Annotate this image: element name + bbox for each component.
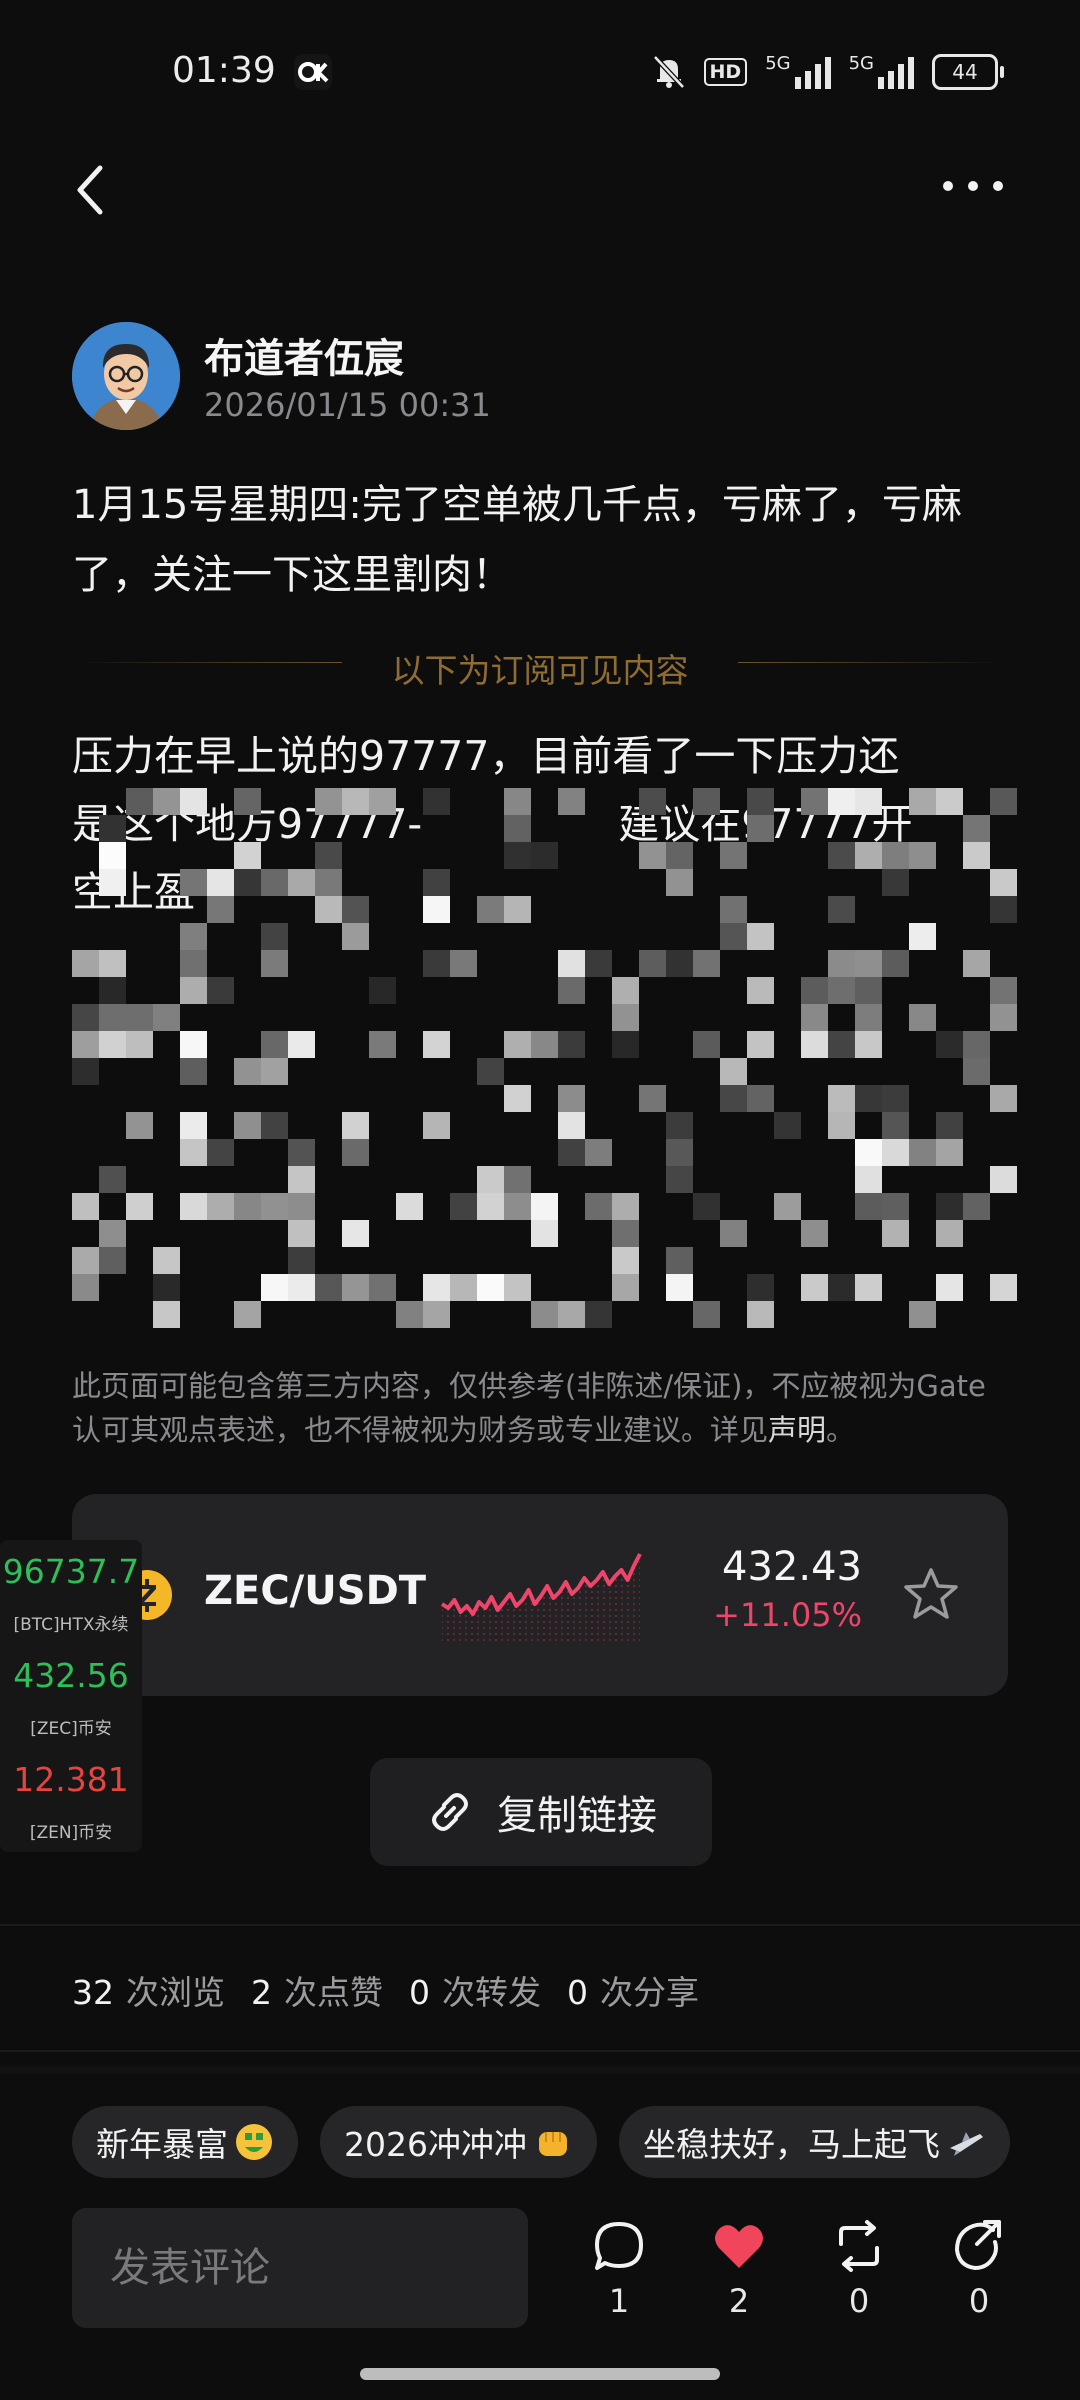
disclaimer-link[interactable]: 声明 — [768, 1413, 826, 1447]
comment-count: 1 — [608, 2282, 630, 2320]
tag-chip[interactable]: 2026冲冲冲 — [320, 2106, 597, 2178]
price-sparkline-chart — [440, 1553, 642, 1642]
tag-chip[interactable]: 新年暴富 — [72, 2106, 298, 2178]
status-time: 01:39 — [172, 50, 276, 91]
comment-button[interactable]: 1 — [574, 2218, 664, 2328]
avatar-image — [72, 322, 180, 430]
copy-link-button[interactable]: 复制链接 — [370, 1758, 712, 1866]
repost-icon — [839, 2220, 879, 2272]
like-count: 2 — [728, 2282, 750, 2320]
money-mouth-emoji-icon — [236, 2124, 272, 2160]
like-button[interactable]: 2 — [694, 2218, 784, 2328]
quick-reply-tags: 新年暴富 2026冲冲冲 坐稳扶好，马上起飞 — [72, 2106, 1010, 2178]
divider — [0, 1924, 1080, 1926]
subscribe-divider: 以下为订阅可见内容 — [72, 640, 1008, 690]
home-indicator[interactable] — [360, 2368, 720, 2380]
post-title: 1月15号星期四:完了空单被几千点，亏麻了，亏麻了，关注一下这里割肉！ — [72, 482, 962, 598]
battery-icon: 44 — [932, 54, 1004, 90]
signal-2: 5G — [849, 55, 914, 89]
ticker-card[interactable]: ZEC/USDT 432.43 +11.05% — [72, 1494, 1008, 1696]
signal-bars-icon — [794, 55, 831, 89]
share-count: 0 — [968, 2282, 990, 2320]
status-icons: HD 5G 5G 44 — [652, 50, 1004, 94]
widget-label: [ZEN]币安 — [29, 1823, 113, 1843]
pixelated-blurred-content — [72, 788, 1017, 1328]
tag-chip[interactable]: 坐稳扶好，马上起飞 — [618, 2106, 1010, 2178]
airplane-emoji-icon — [949, 2132, 983, 2156]
stat-views: 32 次浏览 — [72, 1973, 225, 2012]
repost-button[interactable]: 0 — [814, 2218, 904, 2328]
pair-label: ZEC/USDT — [204, 1568, 427, 1614]
widget-label: [BTC]HTX永续 — [13, 1615, 129, 1635]
section-gap — [0, 2066, 1080, 2074]
post-stats: 32 次浏览 2 次点赞 0 次转发 0 次分享 — [72, 1966, 699, 2014]
signal-1: 5G — [765, 55, 831, 89]
signal-bars-icon — [878, 55, 914, 89]
share-button[interactable]: 0 — [934, 2218, 1024, 2328]
back-arrow-icon[interactable] — [70, 160, 110, 220]
body-line: 压力在早上说的97777，目前看了一下压力还 — [72, 732, 900, 780]
copy-link-label: 复制链接 — [497, 1793, 657, 1839]
widget-value: 96737.7 — [2, 1552, 140, 1591]
stat-reposts: 0 次转发 — [409, 1973, 541, 2012]
heart-filled-icon — [715, 2225, 763, 2268]
ticker-change: +11.05% — [713, 1596, 862, 1634]
subscribe-label: 以下为订阅可见内容 — [391, 651, 689, 690]
stat-shares: 0 次分享 — [567, 1973, 699, 2012]
mute-bell-icon — [652, 55, 685, 89]
widget-label: [ZEC]币安 — [30, 1719, 112, 1739]
divider — [0, 2050, 1080, 2052]
author-avatar[interactable] — [72, 322, 180, 430]
floating-price-widget[interactable]: 96737.7 [BTC]HTX永续 432.56 [ZEC]币安 12.381… — [0, 1540, 142, 1852]
widget-value: 432.56 — [13, 1656, 129, 1695]
post-timestamp: 2026/01/15 00:31 — [204, 386, 491, 424]
star-favorite-icon[interactable] — [902, 1566, 960, 1622]
share-arrow-icon — [954, 2220, 1001, 2271]
ticker-price: 432.43 — [722, 1544, 862, 1590]
hd-badge: HD — [703, 58, 748, 86]
app-notification-icon — [294, 54, 332, 90]
more-options-icon[interactable] — [940, 178, 1006, 194]
comment-bubble-icon — [595, 2222, 643, 2270]
widget-value: 12.381 — [13, 1760, 129, 1799]
fist-emoji-icon — [538, 2132, 567, 2156]
repost-count: 0 — [848, 2282, 870, 2320]
disclaimer: 此页面可能包含第三方内容，仅供参考(非陈述/保证)，不应被视为Gate认可其观点… — [72, 1369, 986, 1447]
comment-input[interactable] — [72, 2208, 528, 2328]
stat-likes: 2 次点赞 — [251, 1973, 383, 2012]
link-icon — [432, 1793, 468, 1831]
author-name[interactable]: 布道者伍宸 — [204, 326, 404, 384]
